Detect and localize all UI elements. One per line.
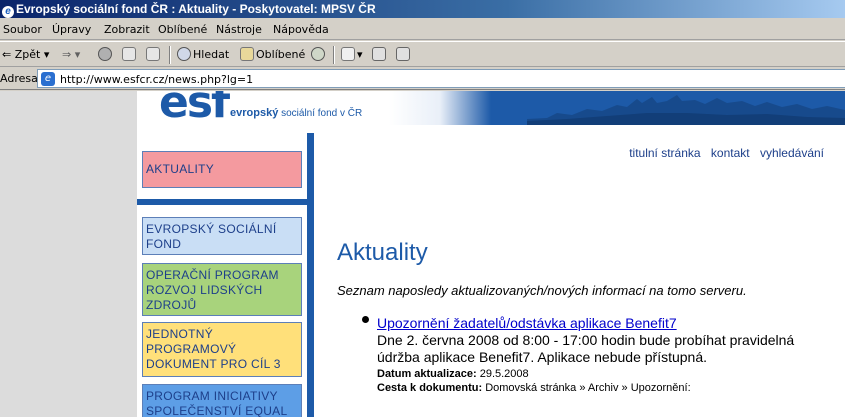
toolbar: ⇐ Zpět ▾ ⇒ ▾ Hledat Oblíbené ▾	[0, 41, 845, 67]
page-title: Aktuality	[337, 239, 428, 266]
news-item-text: Dne 2. června 2008 od 8:00 - 17:00 hodin…	[377, 332, 795, 365]
horizontal-divider	[137, 199, 314, 205]
menu-help[interactable]: Nápověda	[273, 23, 329, 36]
ie-icon: e	[2, 6, 14, 18]
logo-subtitle: evropský sociální fond v ČR	[230, 107, 362, 119]
news-item-path: Cesta k dokumentu: Domovská stránka » Ar…	[377, 381, 817, 395]
menu-file[interactable]: Soubor	[3, 23, 42, 36]
top-links: titulní stránka kontakt vyhledávání	[622, 146, 824, 160]
logo-subtitle-rest: sociální fond v ČR	[281, 108, 363, 119]
address-bar: Adresa e http://www.esfcr.cz/news.php?lg…	[0, 68, 845, 90]
menu-bar: Soubor Úpravy Zobrazit Oblíbené Nástroje…	[0, 18, 845, 40]
home-icon	[146, 47, 160, 61]
nav-evropsky-socialni-fond[interactable]: EVROPSKÝ SOCIÁLNÍ FOND	[142, 217, 302, 255]
nav-program-equal[interactable]: PROGRAM INICIATIVY SPOLEČENSTVÍ EQUAL	[142, 384, 302, 417]
page-viewport: esf evropský sociální fond v ČR AKTUALIT…	[0, 91, 845, 417]
prague-skyline-image	[527, 95, 845, 125]
window-title-bar: e Evropský sociální fond ČR : Aktuality -…	[0, 0, 845, 18]
mail-icon	[341, 47, 355, 61]
back-button[interactable]: ⇐ Zpět ▾	[2, 47, 49, 63]
stop-button[interactable]	[98, 47, 114, 63]
intro-text: Seznam naposledy aktualizovaných/nových …	[337, 283, 747, 298]
esf-logo[interactable]: esf	[159, 91, 230, 128]
address-url[interactable]: http://www.esfcr.cz/news.php?lg=1	[60, 73, 253, 86]
link-search[interactable]: vyhledávání	[760, 146, 824, 160]
news-item: Upozornění žadatelů/odstávka aplikace Be…	[377, 315, 817, 395]
nav-jednotny-programovy-dokument[interactable]: JEDNOTNÝ PROGRAMOVÝ DOKUMENT PRO CÍL 3	[142, 322, 302, 377]
print-icon	[372, 47, 386, 61]
search-icon	[177, 47, 191, 61]
stop-icon	[98, 47, 112, 61]
history-button[interactable]	[311, 47, 327, 63]
date-value: 29.5.2008	[479, 368, 529, 380]
news-item-link[interactable]: Upozornění žadatelů/odstávka aplikace Be…	[377, 315, 817, 332]
banner: esf evropský sociální fond v ČR	[137, 91, 845, 133]
edit-button[interactable]	[396, 47, 412, 63]
chevron-down-icon: ▾	[74, 48, 81, 61]
search-label: Hledat	[193, 48, 230, 61]
path-label: Cesta k dokumentu:	[377, 382, 483, 394]
date-label: Datum aktualizace:	[377, 368, 477, 380]
favorites-label: Oblíbené	[256, 48, 306, 61]
path-value: Domovská stránka » Archiv » Upozornění:	[485, 382, 691, 394]
refresh-button[interactable]	[122, 47, 138, 63]
nav-aktuality[interactable]: AKTUALITY	[142, 151, 302, 188]
link-contact[interactable]: kontakt	[711, 146, 750, 160]
favorites-button[interactable]: Oblíbené	[240, 47, 305, 63]
chevron-down-icon: ▾	[43, 48, 50, 61]
history-icon	[311, 47, 325, 61]
refresh-icon	[122, 47, 136, 61]
left-navigation: AKTUALITY EVROPSKÝ SOCIÁLNÍ FOND OPERAČN…	[137, 133, 307, 417]
search-button[interactable]: Hledat	[177, 47, 229, 63]
menu-view[interactable]: Zobrazit	[104, 23, 150, 36]
chevron-down-icon: ▾	[357, 48, 363, 61]
window-title: Evropský sociální fond ČR : Aktuality - …	[16, 2, 376, 16]
menu-edit[interactable]: Úpravy	[52, 23, 91, 36]
forward-arrow-icon: ⇒	[62, 48, 72, 61]
logo-subtitle-bold: evropský	[230, 107, 279, 119]
print-button[interactable]	[372, 47, 388, 63]
menu-tools[interactable]: Nástroje	[216, 23, 262, 36]
edit-icon	[396, 47, 410, 61]
vertical-divider	[307, 133, 314, 417]
home-button[interactable]	[146, 47, 162, 63]
main-content: titulní stránka kontakt vyhledávání Aktu…	[314, 133, 845, 417]
favorites-icon	[240, 47, 254, 61]
back-label: Zpět	[14, 48, 41, 61]
link-home[interactable]: titulní stránka	[629, 146, 700, 160]
list-bullet	[362, 316, 369, 323]
mail-button[interactable]: ▾	[341, 47, 363, 63]
forward-button[interactable]: ⇒ ▾	[62, 47, 80, 63]
nav-operacni-program[interactable]: OPERAČNÍ PROGRAM ROZVOJ LIDSKÝCH ZDROJŮ	[142, 263, 302, 316]
page-icon: e	[41, 72, 55, 86]
address-field[interactable]: e http://www.esfcr.cz/news.php?lg=1	[37, 69, 845, 88]
back-arrow-icon: ⇐	[2, 48, 12, 61]
menu-favorites[interactable]: Oblíbené	[158, 23, 207, 36]
news-item-date: Datum aktualizace: 29.5.2008	[377, 367, 817, 381]
address-label: Adresa	[0, 72, 38, 85]
